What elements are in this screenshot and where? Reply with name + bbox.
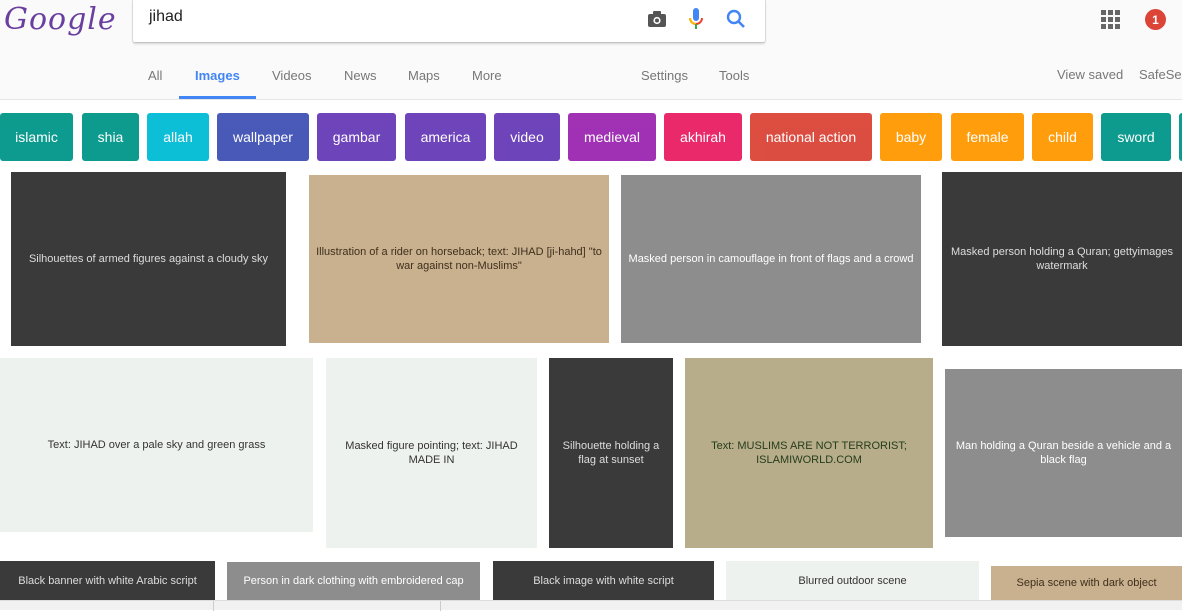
chip-female[interactable]: female [951,113,1024,161]
search-box[interactable]: jihad [133,0,765,42]
chip-allah[interactable]: allah [147,113,209,161]
image-result[interactable]: Text: MUSLIMS ARE NOT TERRORIST; ISLAMIW… [685,358,933,548]
camera-icon[interactable] [643,5,671,33]
image-result[interactable]: Masked figure pointing; text: JIHAD MADE… [326,358,537,548]
tab-videos[interactable]: Videos [272,68,312,83]
image-result[interactable]: Text: JIHAD over a pale sky and green gr… [0,358,313,532]
image-result[interactable]: Man holding a Quran beside a vehicle and… [945,369,1182,537]
header: Google jihad 1 All Images Videos News Ma… [0,0,1182,100]
image-result[interactable]: Illustration of a rider on horseback; te… [309,175,609,343]
related-searches: islamic shia allah wallpaper gambar amer… [0,113,1182,161]
active-tab-indicator [179,96,256,99]
google-doodle-logo[interactable]: Google [4,2,116,42]
chip-gambar[interactable]: gambar [317,113,396,161]
apps-grid-icon[interactable] [1100,9,1120,29]
image-result[interactable]: Person in dark clothing with embroidered… [227,562,480,601]
chip-video[interactable]: video [494,113,560,161]
microphone-icon[interactable] [682,5,710,33]
tab-more[interactable]: More [472,68,502,83]
chip-medieval[interactable]: medieval [568,113,656,161]
chip-baby[interactable]: baby [880,113,942,161]
chip-shia[interactable]: shia [82,113,139,161]
view-saved-link[interactable]: View saved [1057,67,1123,82]
image-result[interactable]: Masked person in camouflage in front of … [621,175,921,343]
search-input[interactable]: jihad [149,8,183,26]
chip-america[interactable]: america [405,113,486,161]
safesearch-link[interactable]: SafeSe [1139,67,1182,82]
image-result[interactable]: Masked person holding a Quran; gettyimag… [942,172,1182,346]
tab-images[interactable]: Images [195,68,240,83]
chip-national-action[interactable]: national action [750,113,872,161]
search-icon[interactable] [722,5,750,33]
tab-all[interactable]: All [148,68,162,83]
image-result[interactable]: Silhouettes of armed figures against a c… [11,172,286,346]
chip-akhirah[interactable]: akhirah [664,113,742,161]
chip-child[interactable]: child [1032,113,1093,161]
notification-badge[interactable]: 1 [1145,9,1166,30]
chip-islamic[interactable]: islamic [0,113,73,161]
image-result[interactable]: Blurred outdoor scene [726,561,979,601]
tab-news[interactable]: News [344,68,377,83]
chip-sword[interactable]: sword [1101,113,1171,161]
image-result[interactable]: Black image with white script [493,561,714,601]
image-result[interactable]: Sepia scene with dark object [991,566,1182,601]
tab-maps[interactable]: Maps [408,68,440,83]
tools-link[interactable]: Tools [719,68,749,83]
chip-wallpaper[interactable]: wallpaper [217,113,309,161]
horizontal-scrollbar[interactable] [0,600,1182,611]
settings-link[interactable]: Settings [641,68,688,83]
image-result[interactable]: Black banner with white Arabic script [0,561,215,601]
image-result[interactable]: Silhouette holding a flag at sunset [549,358,673,548]
